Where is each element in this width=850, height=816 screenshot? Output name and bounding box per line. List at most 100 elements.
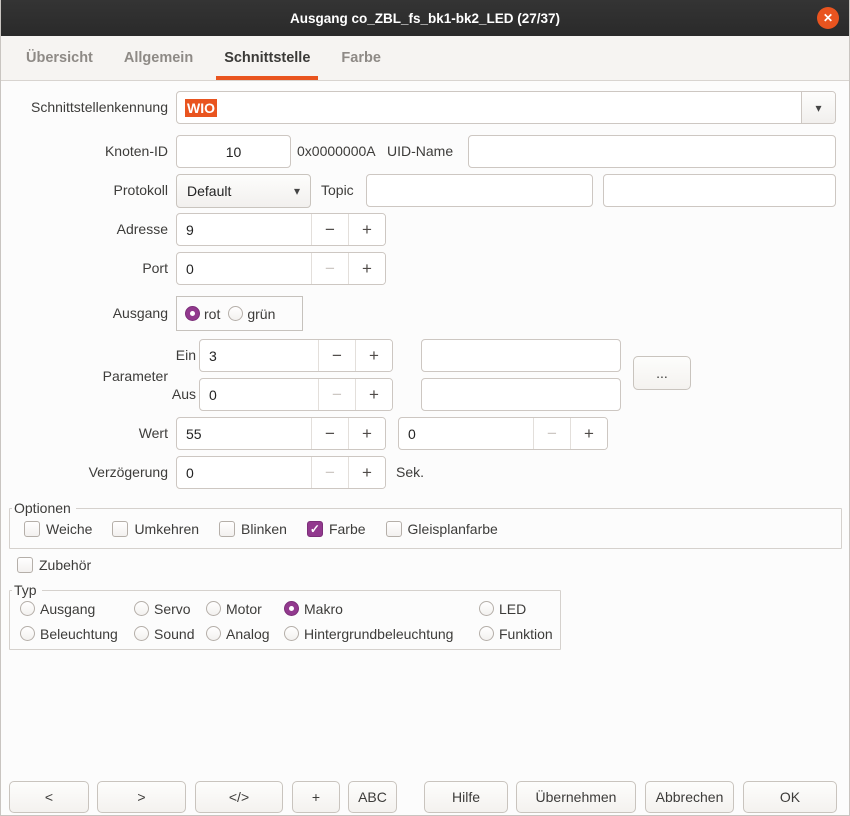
plus-button[interactable]: +: [355, 340, 392, 371]
value-input-2[interactable]: 0: [399, 418, 533, 449]
radio-typ-makro[interactable]: Makro: [284, 601, 479, 617]
add-button[interactable]: +: [292, 781, 340, 813]
plus-button[interactable]: +: [348, 214, 385, 245]
protocol-label: Protokoll: [1, 174, 168, 207]
radio-icon: [20, 626, 35, 641]
topic-label: Topic: [321, 174, 354, 207]
minus-icon: −: [325, 259, 335, 279]
parameter-on-spinner: 3 − +: [199, 339, 393, 372]
radio-rot[interactable]: rot: [185, 306, 220, 322]
minus-button[interactable]: −: [311, 418, 348, 449]
plus-icon: +: [362, 259, 372, 279]
address-spinner: 9 − +: [176, 213, 386, 246]
checkbox-blinken[interactable]: Blinken: [219, 521, 287, 537]
interface-id-input[interactable]: WIO: [177, 92, 801, 123]
prev-button[interactable]: <: [9, 781, 89, 813]
options-group-title: Optionen: [12, 499, 76, 518]
radio-typ-ausgang[interactable]: Ausgang: [20, 601, 134, 617]
node-id-hex: 0x0000000A: [297, 135, 376, 168]
minus-button: −: [318, 379, 355, 410]
plus-icon: +: [362, 220, 372, 240]
xml-button[interactable]: </>: [195, 781, 283, 813]
radio-typ-motor[interactable]: Motor: [206, 601, 284, 617]
port-spinner: 0 − +: [176, 252, 386, 285]
topic-input[interactable]: [366, 174, 593, 207]
ok-button[interactable]: OK: [743, 781, 837, 813]
checkbox-gleisplanfarbe[interactable]: Gleisplanfarbe: [386, 521, 498, 537]
radio-icon: [228, 306, 243, 321]
next-button[interactable]: >: [97, 781, 186, 813]
checkbox-icon: [112, 521, 128, 537]
node-id-input[interactable]: 10: [176, 135, 291, 168]
plus-icon: +: [369, 385, 379, 405]
parameter-on-text-input[interactable]: [421, 339, 621, 372]
radio-typ-sound[interactable]: Sound: [134, 626, 206, 642]
minus-icon: −: [547, 424, 557, 444]
value-spinner-2: 0 − +: [398, 417, 608, 450]
type-group: Typ Ausgang Servo Motor Makro LED Beleuc…: [9, 590, 561, 650]
plus-icon: +: [369, 346, 379, 366]
parameter-more-button[interactable]: ...: [633, 356, 691, 390]
delay-unit: Sek.: [396, 456, 424, 489]
cancel-button[interactable]: Abbrechen: [645, 781, 734, 813]
output-label: Ausgang: [1, 297, 168, 330]
radio-typ-analog[interactable]: Analog: [206, 626, 284, 642]
apply-button[interactable]: Übernehmen: [516, 781, 636, 813]
radio-typ-funktion[interactable]: Funktion: [479, 626, 556, 642]
minus-button[interactable]: −: [311, 214, 348, 245]
port-input[interactable]: 0: [177, 253, 311, 284]
protocol-dropdown[interactable]: Default ▾: [176, 174, 311, 208]
radio-typ-servo[interactable]: Servo: [134, 601, 206, 617]
minus-icon: −: [325, 220, 335, 240]
parameter-off-text-input[interactable]: [421, 378, 621, 411]
plus-button[interactable]: +: [348, 418, 385, 449]
checkbox-icon: [17, 557, 33, 573]
chevron-down-icon: ▾: [815, 101, 821, 115]
checkbox-umkehren[interactable]: Umkehren: [112, 521, 199, 537]
minus-button: −: [311, 253, 348, 284]
close-button[interactable]: ✕: [817, 7, 839, 29]
tab-allgemein[interactable]: Allgemein: [116, 36, 201, 80]
radio-icon: [20, 601, 35, 616]
plus-button[interactable]: +: [348, 457, 385, 488]
window-title: Ausgang co_ZBL_fs_bk1-bk2_LED (27/37): [290, 11, 560, 26]
options-group: Optionen Weiche Umkehren Blinken ✓ Farbe…: [9, 508, 842, 549]
checkbox-checked-icon: ✓: [307, 521, 323, 537]
radio-checked-icon: [284, 601, 299, 616]
tab-bar: Übersicht Allgemein Schnittstelle Farbe: [1, 36, 849, 81]
parameter-off-input[interactable]: 0: [200, 379, 318, 410]
minus-icon: −: [325, 463, 335, 483]
plus-icon: +: [362, 424, 372, 444]
parameter-off-spinner: 0 − +: [199, 378, 393, 411]
close-icon: ✕: [823, 11, 833, 25]
value-label: Wert: [1, 417, 168, 450]
plus-button[interactable]: +: [570, 418, 607, 449]
address-input[interactable]: 9: [177, 214, 311, 245]
uid-name-input[interactable]: [468, 135, 836, 168]
abc-button[interactable]: ABC: [348, 781, 397, 813]
interface-id-combo: WIO ▾: [176, 91, 836, 124]
radio-typ-led[interactable]: LED: [479, 601, 556, 617]
minus-icon: −: [325, 424, 335, 444]
plus-button[interactable]: +: [348, 253, 385, 284]
titlebar[interactable]: Ausgang co_ZBL_fs_bk1-bk2_LED (27/37) ✕: [1, 0, 849, 36]
value-input-1[interactable]: 55: [177, 418, 311, 449]
tab-farbe[interactable]: Farbe: [333, 36, 389, 80]
radio-gruen[interactable]: grün: [228, 306, 275, 322]
node-id-label: Knoten-ID: [1, 135, 168, 168]
radio-typ-beleuchtung[interactable]: Beleuchtung: [20, 626, 134, 642]
topic-input-2[interactable]: [603, 174, 836, 207]
help-button[interactable]: Hilfe: [424, 781, 508, 813]
plus-button[interactable]: +: [355, 379, 392, 410]
minus-button[interactable]: −: [318, 340, 355, 371]
checkbox-farbe[interactable]: ✓ Farbe: [307, 521, 366, 537]
tab-schnittstelle[interactable]: Schnittstelle: [216, 36, 318, 80]
checkbox-zubehoer[interactable]: Zubehör: [17, 557, 91, 573]
radio-icon: [206, 626, 221, 641]
checkbox-weiche[interactable]: Weiche: [24, 521, 92, 537]
radio-typ-hintergrundbeleuchtung[interactable]: Hintergrundbeleuchtung: [284, 626, 479, 642]
tab-uebersicht[interactable]: Übersicht: [18, 36, 101, 80]
parameter-on-input[interactable]: 3: [200, 340, 318, 371]
interface-id-dropdown-button[interactable]: ▾: [801, 92, 835, 123]
delay-input[interactable]: 0: [177, 457, 311, 488]
